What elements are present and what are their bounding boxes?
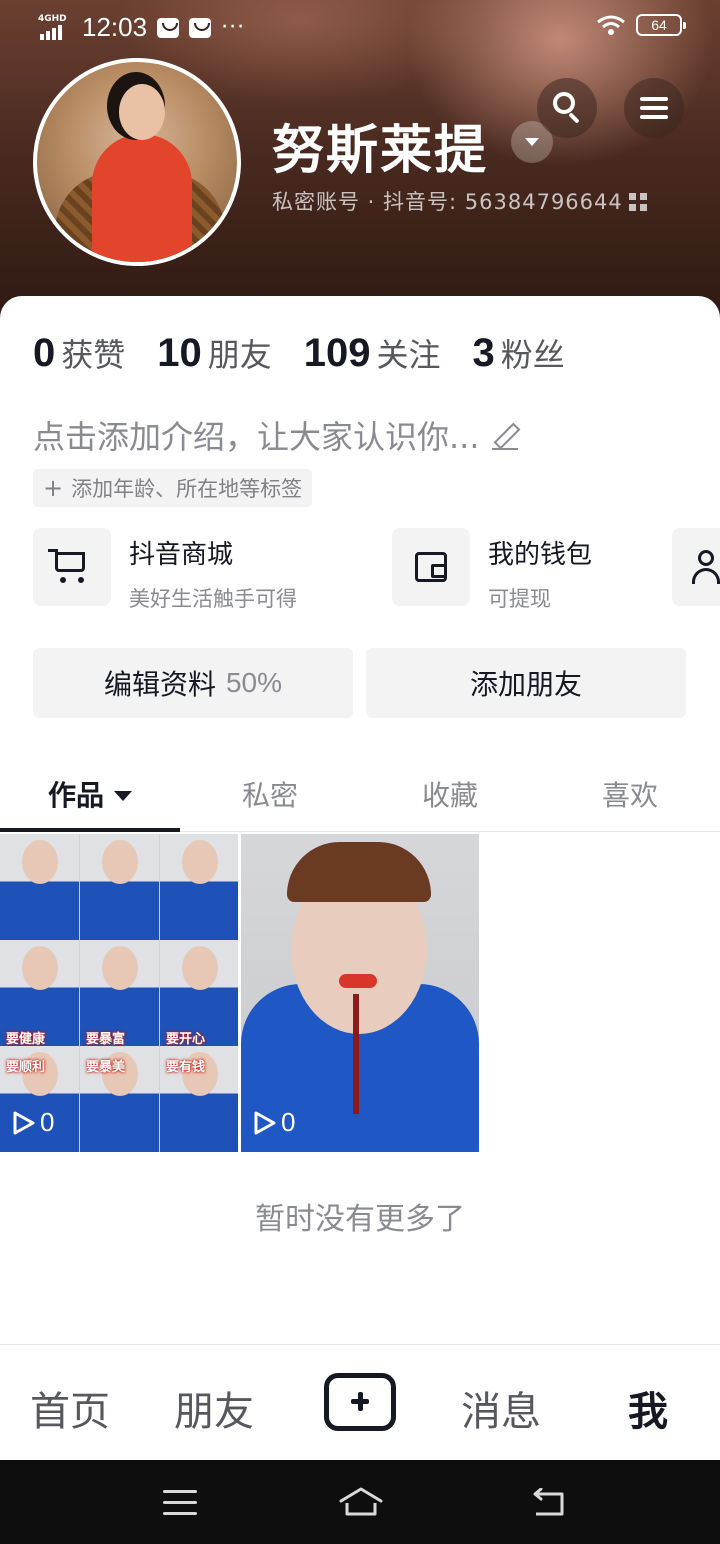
stat-value: 10 (157, 331, 202, 375)
play-icon (13, 1111, 35, 1134)
account-id-text: 私密账号 · 抖音号: 56384796644 (272, 190, 623, 214)
pencil-icon (491, 424, 518, 450)
video-caption: 要开心 (166, 1032, 206, 1046)
qr-code-icon (628, 193, 647, 211)
active-tab-indicator (0, 828, 180, 832)
username[interactable]: 努斯莱提 (272, 108, 488, 183)
edit-profile-label: 编辑资料 (103, 668, 216, 701)
dropdown-triangle-icon (114, 791, 132, 801)
video-thumbnail[interactable]: 0 (241, 834, 479, 1152)
search-icon (553, 92, 575, 114)
stat-label: 关注 (376, 336, 441, 374)
wallet-icon (415, 552, 447, 582)
nav-home[interactable]: 首页 (30, 1379, 110, 1437)
nav-me[interactable]: 我 (628, 1379, 668, 1437)
more-dots-icon: ··· (221, 14, 246, 40)
stats-row: 0 获赞 10 朋友 109 关注 3 粉丝 (33, 330, 565, 376)
stat-label: 朋友 (207, 336, 272, 374)
service-title: 抖音商城 (129, 540, 234, 570)
person-icon (698, 550, 714, 566)
service-subtitle: 可提现 (488, 587, 551, 611)
no-more-text: 暂时没有更多了 (255, 1202, 465, 1237)
back-icon[interactable] (530, 1488, 568, 1518)
tab-label: 作品 (47, 779, 104, 812)
profile-completion: 50% (225, 667, 283, 698)
stat-friends[interactable]: 10 朋友 (157, 330, 272, 376)
play-icon (254, 1111, 276, 1134)
play-count-value: 0 (40, 1107, 55, 1137)
bio-placeholder: 点击添加介绍，让大家认识你... (33, 418, 480, 456)
add-tags-chip[interactable]: + 添加年龄、所在地等标签 (33, 469, 313, 507)
content-tabs: 作品 私密 收藏 喜欢 (0, 760, 720, 832)
tab-label: 私密 (241, 779, 298, 812)
add-friend-button[interactable]: 添加朋友 (366, 648, 686, 718)
tab-label: 收藏 (421, 779, 478, 812)
profile-banner: 4GHD 12:03 ··· 64 努斯莱提 私密账号 · 抖音号: 56384… (0, 0, 720, 330)
stat-label: 粉丝 (500, 336, 565, 374)
video-caption: 要顺利 (6, 1060, 46, 1075)
bio-field[interactable]: 点击添加介绍，让大家认识你... (33, 412, 518, 458)
bottom-nav: 首页 朋友 消息 我 (0, 1344, 720, 1460)
recent-apps-icon[interactable] (163, 1490, 197, 1516)
avatar[interactable] (33, 58, 241, 266)
video-caption: 要健康 (6, 1032, 46, 1046)
stat-label: 获赞 (61, 336, 126, 374)
tab-label: 喜欢 (601, 779, 658, 812)
clock: 12:03 (82, 12, 148, 42)
menu-button[interactable] (624, 78, 684, 138)
video-caption: 要有钱 (166, 1060, 206, 1075)
tab-likes[interactable]: 喜欢 (540, 774, 720, 814)
service-wallet[interactable]: 我的钱包 可提现 (392, 528, 592, 613)
service-mall[interactable]: 抖音商城 美好生活触手可得 (33, 528, 297, 613)
signal-icon: 4GHD (38, 14, 72, 42)
service-icon-box (33, 528, 111, 606)
service-more[interactable] (672, 528, 720, 606)
service-icon-box (392, 528, 470, 606)
stat-value: 3 (472, 331, 495, 375)
create-post-button[interactable] (324, 1373, 396, 1431)
cart-icon (48, 549, 85, 583)
home-icon[interactable] (338, 1486, 384, 1518)
mail-icon (157, 17, 180, 38)
tab-works[interactable]: 作品 (0, 774, 180, 814)
menu-icon (640, 97, 668, 101)
video-thumbnail[interactable]: 要健康 要暴富 要开心 要顺利 要暴美 要有钱 0 (0, 834, 238, 1152)
stat-followers[interactable]: 3 粉丝 (473, 330, 565, 376)
account-info[interactable]: 私密账号 · 抖音号: 56384796644 (272, 186, 647, 216)
play-count: 0 (12, 1107, 54, 1138)
search-button[interactable] (537, 78, 597, 138)
mail-icon (189, 17, 212, 38)
network-type: 4GHD (38, 13, 67, 24)
edit-profile-button[interactable]: 编辑资料 50% (33, 648, 353, 718)
video-caption: 要暴美 (86, 1060, 126, 1075)
tab-private[interactable]: 私密 (180, 774, 360, 814)
video-caption: 要暴富 (86, 1032, 126, 1046)
tag-hint-label: 添加年龄、所在地等标签 (71, 477, 303, 501)
stat-value: 0 (33, 331, 56, 375)
play-count-value: 0 (281, 1107, 296, 1137)
add-friend-label: 添加朋友 (469, 668, 582, 701)
status-bar: 4GHD 12:03 ··· 64 (38, 8, 686, 48)
wifi-icon (597, 15, 625, 35)
play-count: 0 (253, 1107, 295, 1138)
system-nav-bar (0, 1460, 720, 1544)
stat-likes[interactable]: 0 获赞 (33, 330, 125, 376)
stat-value: 109 (303, 331, 371, 375)
service-subtitle: 美好生活触手可得 (129, 587, 297, 611)
nav-messages[interactable]: 消息 (461, 1379, 541, 1437)
stat-following[interactable]: 109 关注 (304, 330, 441, 376)
video-grid: 要健康 要暴富 要开心 要顺利 要暴美 要有钱 0 0 (0, 834, 720, 1152)
nav-friends[interactable]: 朋友 (174, 1379, 254, 1437)
battery-indicator: 64 (636, 14, 686, 36)
tab-favorites[interactable]: 收藏 (360, 774, 540, 814)
plus-icon: + (43, 474, 64, 502)
service-title: 我的钱包 (488, 540, 593, 570)
profile-actions: 编辑资料 50% 添加朋友 (33, 648, 686, 718)
